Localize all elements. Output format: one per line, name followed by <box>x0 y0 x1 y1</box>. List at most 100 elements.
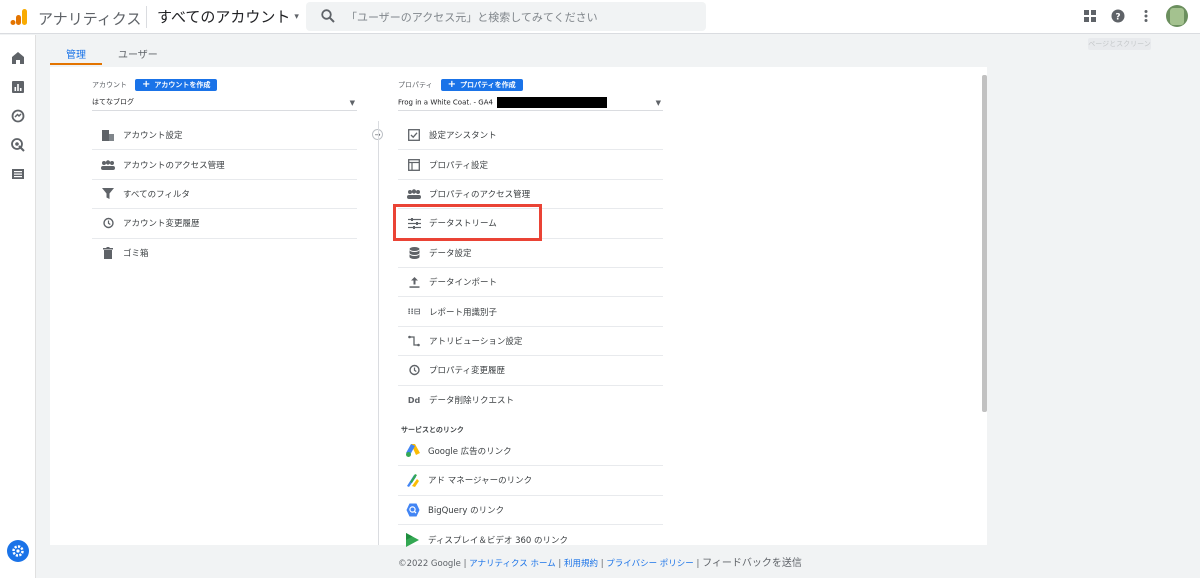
dropdown-arrow-icon: ▼ <box>655 99 661 107</box>
dv360-link-item[interactable]: ディスプレイ＆ビデオ 360 のリンク <box>398 525 663 554</box>
svg-text:?: ? <box>1115 13 1120 23</box>
explore-icon[interactable] <box>10 108 26 124</box>
plus-icon: + <box>447 79 456 90</box>
scrollbar[interactable] <box>982 75 987 412</box>
account-select[interactable]: はてなブログ ▼ <box>92 97 357 111</box>
item-label: Google 広告のリンク <box>428 447 512 458</box>
avatar[interactable] <box>1166 5 1188 27</box>
account-picker[interactable]: すべてのアカウント ▾ <box>157 6 299 27</box>
google-ads-link-item[interactable]: Google 広告のリンク <box>398 437 663 467</box>
property-settings-item[interactable]: プロパティ設定 <box>398 150 663 180</box>
ad-manager-link-item[interactable]: アド マネージャーのリンク <box>398 466 663 496</box>
search-input[interactable]: 「ユーザーのアクセス元」と検索してみてください <box>306 2 706 31</box>
configure-icon[interactable] <box>10 166 26 182</box>
item-label: アトリビューション設定 <box>429 336 523 347</box>
item-label: プロパティ設定 <box>429 160 488 171</box>
identifier-icon: ⁝⁝⊟ <box>407 307 421 317</box>
database-icon <box>407 246 421 260</box>
apps-grid-icon[interactable] <box>1082 8 1098 24</box>
trash-icon <box>101 246 115 260</box>
history-icon <box>101 216 115 230</box>
dv360-icon <box>406 532 420 547</box>
redacted-block <box>497 97 608 108</box>
people-icon <box>101 158 115 172</box>
footer-sep: | <box>600 559 604 569</box>
item-label: プロパティ変更履歴 <box>429 366 505 377</box>
tab-user[interactable]: ユーザー <box>102 40 174 65</box>
footer-terms-link[interactable]: 利用規約 <box>564 559 598 569</box>
footer-home-link[interactable]: アナリティクス ホーム <box>469 559 556 569</box>
analytics-logo-icon[interactable] <box>10 8 28 26</box>
footer-sep: | <box>696 559 700 569</box>
bigquery-link-item[interactable]: BigQuery のリンク <box>398 496 663 526</box>
footer-sep: | <box>558 559 562 569</box>
item-label: すべてのフィルタ <box>123 189 190 200</box>
item-label: 設定アシスタント <box>429 131 497 142</box>
ad-manager-icon <box>406 473 420 488</box>
filter-icon <box>101 187 115 201</box>
reporting-identity-item[interactable]: ⁝⁝⊟ レポート用識別子 <box>398 297 663 327</box>
create-property-label: プロパティを作成 <box>459 81 516 89</box>
create-account-button[interactable]: + アカウントを作成 <box>135 79 218 91</box>
google-ads-icon <box>406 444 420 458</box>
property-heading: プロパティ <box>398 81 433 89</box>
trash-item[interactable]: ゴミ箱 <box>92 239 357 268</box>
account-column: アカウント + アカウントを作成 はてなブログ ▼ アカウント設定 アカウントの… <box>92 79 357 268</box>
item-label: プロパティのアクセス管理 <box>429 189 531 200</box>
property-items: 設定アシスタント プロパティ設定 プロパティのアクセス管理 データストリーム デ… <box>398 121 663 415</box>
item-label: BigQuery のリンク <box>428 505 505 516</box>
header-divider <box>146 6 147 28</box>
advertising-icon[interactable] <box>10 137 26 153</box>
links-section-label: サービスとのリンク <box>401 425 464 434</box>
item-label: アカウント変更履歴 <box>123 219 200 230</box>
item-label: アカウントのアクセス管理 <box>123 160 225 171</box>
create-account-label: アカウントを作成 <box>154 81 211 89</box>
property-select[interactable]: Frog in a White Coat. - GA4 ▼ <box>398 97 663 111</box>
admin-card: アカウント + アカウントを作成 はてなブログ ▼ アカウント設定 アカウントの… <box>50 67 987 547</box>
home-icon[interactable] <box>10 50 26 66</box>
people-icon <box>407 187 421 201</box>
footer-copyright: ©2022 Google | <box>398 559 467 569</box>
item-label: ゴミ箱 <box>123 249 149 260</box>
top-bar: アナリティクス すべてのアカウント ▾ 「ユーザーのアクセス元」と検索してみてく… <box>0 0 1200 34</box>
search-icon <box>321 9 335 23</box>
tab-bar: 管理 ユーザー <box>50 40 174 65</box>
plus-icon: + <box>142 79 151 90</box>
footer-feedback-link[interactable]: フィードバックを送信 <box>702 558 802 569</box>
search-placeholder: 「ユーザーのアクセス元」と検索してみてください <box>346 11 598 24</box>
more-vert-icon[interactable] <box>1138 8 1154 24</box>
item-label: データインポート <box>429 278 498 289</box>
account-settings-item[interactable]: アカウント設定 <box>92 121 357 151</box>
app-title: アナリティクス <box>38 10 142 28</box>
attribution-settings-item[interactable]: アトリビューション設定 <box>398 327 663 357</box>
data-deletion-item[interactable]: Dd データ削除リクエスト <box>398 386 663 415</box>
account-items: アカウント設定 アカウントのアクセス管理 すべてのフィルタ アカウント変更履歴 <box>92 121 357 268</box>
layout-icon <box>407 158 421 172</box>
help-icon[interactable]: ? <box>1110 8 1126 24</box>
account-heading: アカウント <box>92 81 127 89</box>
history-icon <box>407 363 421 377</box>
item-label: レポート用識別子 <box>429 307 498 318</box>
upload-icon <box>407 275 421 289</box>
data-settings-item[interactable]: データ設定 <box>398 239 663 268</box>
item-label: ディスプレイ＆ビデオ 360 のリンク <box>428 535 569 546</box>
all-filters-item[interactable]: すべてのフィルタ <box>92 180 357 210</box>
data-import-item[interactable]: データインポート <box>398 268 663 298</box>
account-access-item[interactable]: アカウントのアクセス管理 <box>92 150 357 180</box>
left-nav <box>0 35 36 578</box>
dropdown-arrow-icon: ▼ <box>349 99 355 107</box>
tab-admin[interactable]: 管理 <box>50 40 102 65</box>
setup-assistant-item[interactable]: 設定アシスタント <box>398 121 663 151</box>
ghost-tooltip: ページとスクリーン <box>1088 38 1151 50</box>
account-picker-label: すべてのアカウント <box>157 8 291 26</box>
reports-icon[interactable] <box>10 79 26 95</box>
item-label: アド マネージャーのリンク <box>428 476 533 487</box>
property-history-item[interactable]: プロパティ変更履歴 <box>398 356 663 386</box>
create-property-button[interactable]: + プロパティを作成 <box>440 79 523 91</box>
footer-privacy-link[interactable]: プライバシー ポリシー <box>606 559 694 569</box>
checkbox-icon <box>407 128 421 142</box>
building-icon <box>101 128 115 142</box>
item-label: アカウント設定 <box>123 131 183 142</box>
item-label: データ削除リクエスト <box>429 396 515 407</box>
account-history-item[interactable]: アカウント変更履歴 <box>92 209 357 239</box>
